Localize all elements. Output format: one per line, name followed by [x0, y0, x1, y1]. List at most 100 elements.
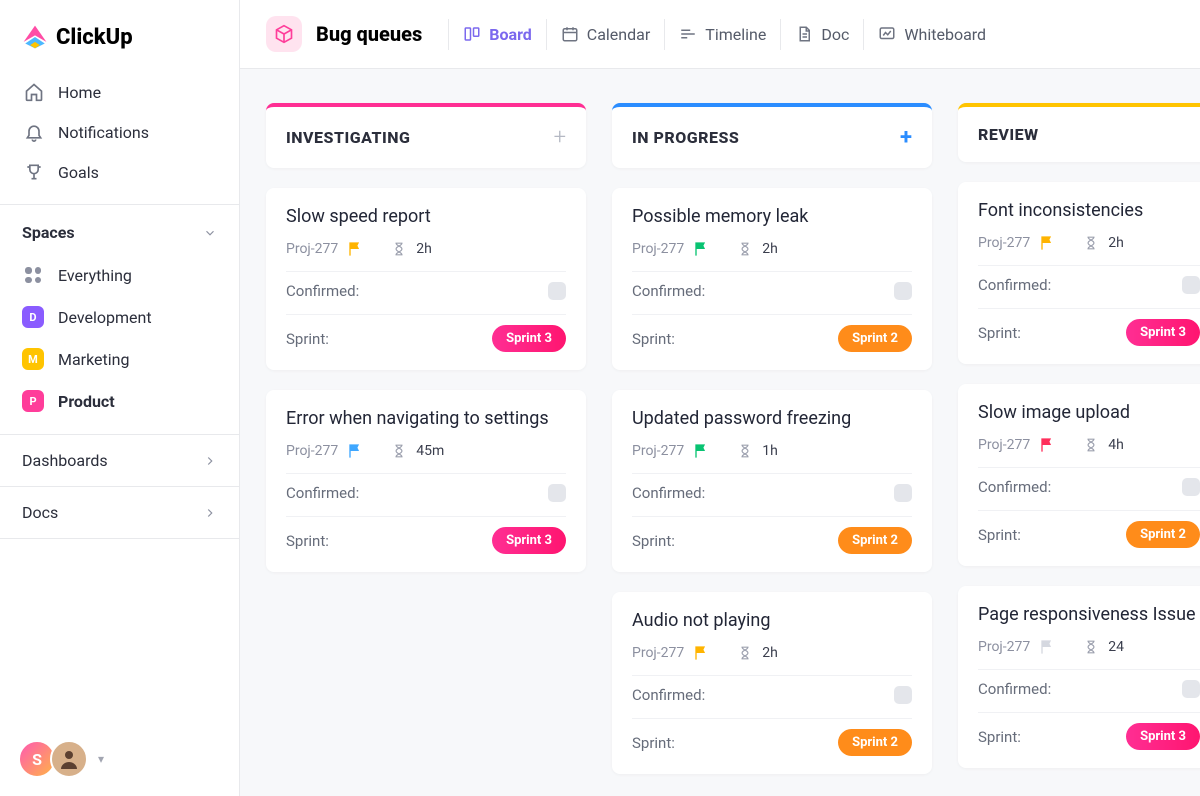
tab-board[interactable]: Board [448, 19, 546, 50]
card-meta: Proj-2772h [632, 241, 912, 257]
confirmed-checkbox[interactable] [894, 484, 912, 502]
tab-whiteboard[interactable]: Whiteboard [863, 19, 1000, 50]
view-tabs: Board Calendar Timeline Doc [448, 19, 1000, 50]
confirmed-field: Confirmed: [632, 271, 912, 300]
chevron-down-icon: ▾ [98, 752, 104, 766]
hourglass-icon [392, 444, 406, 458]
column-title: IN PROGRESS [632, 128, 739, 147]
field-label: Sprint: [632, 734, 675, 752]
tab-timeline[interactable]: Timeline [664, 19, 780, 50]
flag-icon [694, 241, 710, 257]
field-label: Sprint: [632, 532, 675, 550]
task-card[interactable]: Audio not playingProj-2772hConfirmed:Spr… [612, 592, 932, 774]
hourglass-icon [1084, 438, 1098, 452]
hourglass-icon [738, 646, 752, 660]
doc-icon [795, 25, 813, 43]
nav-docs[interactable]: Docs [0, 487, 239, 538]
confirmed-field: Confirmed: [286, 271, 566, 300]
project-id: Proj-277 [978, 235, 1030, 251]
time-estimate: 24 [1108, 639, 1124, 655]
column-title: INVESTIGATING [286, 128, 410, 147]
task-card[interactable]: Updated password freezingProj-2771hConfi… [612, 390, 932, 572]
confirmed-checkbox[interactable] [1182, 478, 1200, 496]
sprint-field: Sprint:Sprint 3 [286, 314, 566, 352]
task-card[interactable]: Font inconsistenciesProj-2772hConfirmed:… [958, 182, 1200, 364]
sprint-badge[interactable]: Sprint 3 [492, 527, 566, 554]
project-id: Proj-277 [286, 443, 338, 459]
field-label: Sprint: [286, 532, 329, 550]
field-label: Confirmed: [632, 282, 705, 300]
confirmed-checkbox[interactable] [548, 484, 566, 502]
sprint-badge[interactable]: Sprint 2 [838, 527, 912, 554]
column-inprogress: IN PROGRESS+Possible memory leakProj-277… [612, 103, 932, 796]
confirmed-checkbox[interactable] [894, 282, 912, 300]
confirmed-field: Confirmed: [978, 265, 1200, 294]
sprint-badge[interactable]: Sprint 2 [1126, 521, 1200, 548]
trophy-icon [24, 162, 44, 182]
column-investigating: INVESTIGATING + Slow speed report Proj-2772… [266, 103, 586, 796]
app-name: ClickUp [56, 25, 133, 50]
spaces-header[interactable]: Spaces [0, 205, 239, 254]
tab-calendar[interactable]: Calendar [546, 19, 664, 50]
tab-label: Doc [821, 25, 849, 44]
space-label: Marketing [58, 350, 129, 369]
field-label: Sprint: [978, 526, 1021, 544]
confirmed-checkbox[interactable] [1182, 276, 1200, 294]
tab-label: Whiteboard [904, 25, 986, 44]
board: INVESTIGATING+Slow speed reportProj-2772… [240, 69, 1200, 796]
card-title: Slow speed report [286, 206, 566, 227]
calendar-icon [561, 25, 579, 43]
add-card-button[interactable]: + [554, 125, 566, 150]
task-card[interactable]: Slow image uploadProj-2774hConfirmed:Spr… [958, 384, 1200, 566]
sprint-badge[interactable]: Sprint 2 [838, 325, 912, 352]
tab-doc[interactable]: Doc [780, 19, 863, 50]
nav-dashboards[interactable]: Dashboards [0, 435, 239, 486]
confirmed-field: Confirmed: [286, 473, 566, 502]
nav-notifications[interactable]: Notifications [0, 112, 239, 152]
space-marketing[interactable]: M Marketing [0, 338, 239, 380]
confirmed-checkbox[interactable] [894, 686, 912, 704]
space-product[interactable]: P Product [0, 380, 239, 422]
sprint-field: Sprint: Sprint 3 [286, 516, 566, 554]
field-label: Confirmed: [978, 276, 1051, 294]
card-title: Error when navigating to settings [286, 408, 566, 429]
page-title: Bug queues [316, 22, 422, 46]
time-estimate: 1h [762, 443, 778, 459]
sprint-badge[interactable]: Sprint 3 [492, 325, 566, 352]
nav-home[interactable]: Home [0, 72, 239, 112]
hourglass-icon [1084, 236, 1098, 250]
space-development[interactable]: D Development [0, 296, 239, 338]
space-everything[interactable]: Everything [0, 254, 239, 296]
chevron-right-icon [203, 454, 217, 468]
field-label: Sprint: [632, 330, 675, 348]
confirmed-checkbox[interactable] [548, 282, 566, 300]
app-logo[interactable]: ClickUp [0, 0, 239, 68]
field-label: Confirmed: [632, 686, 705, 704]
confirmed-field: Confirmed: [632, 675, 912, 704]
divider [0, 538, 239, 539]
field-label: Confirmed: [286, 484, 359, 502]
task-card[interactable]: Page responsiveness IssueProj-27724Confi… [958, 586, 1200, 768]
time-estimate: 45m [416, 443, 444, 459]
flag-icon [694, 443, 710, 459]
tab-label: Board [489, 25, 532, 44]
user-avatars[interactable]: S ▾ [18, 740, 104, 778]
space-label: Everything [58, 266, 132, 285]
sprint-badge[interactable]: Sprint 2 [838, 729, 912, 756]
board-icon [463, 25, 481, 43]
add-card-button[interactable]: + [900, 125, 912, 150]
nav-goals[interactable]: Goals [0, 152, 239, 192]
confirmed-checkbox[interactable] [1182, 680, 1200, 698]
main-area: Bug queues Board Calendar Timeline [240, 0, 1200, 796]
task-card[interactable]: Slow speed report Proj-2772h Confirmed: Spr… [266, 188, 586, 370]
task-card[interactable]: Error when navigating to settings Proj-27… [266, 390, 586, 572]
sprint-badge[interactable]: Sprint 3 [1126, 319, 1200, 346]
sprint-field: Sprint: Sprint 2 [978, 510, 1200, 548]
card-title: Updated password freezing [632, 408, 912, 429]
task-card[interactable]: Possible memory leakProj-2772hConfirmed:… [612, 188, 932, 370]
card-meta: Proj-2772h [286, 241, 566, 257]
time-estimate: 2h [762, 241, 778, 257]
column-header: REVIEW [958, 103, 1200, 162]
time-estimate: 4h [1108, 437, 1124, 453]
sprint-badge[interactable]: Sprint 3 [1126, 723, 1200, 750]
